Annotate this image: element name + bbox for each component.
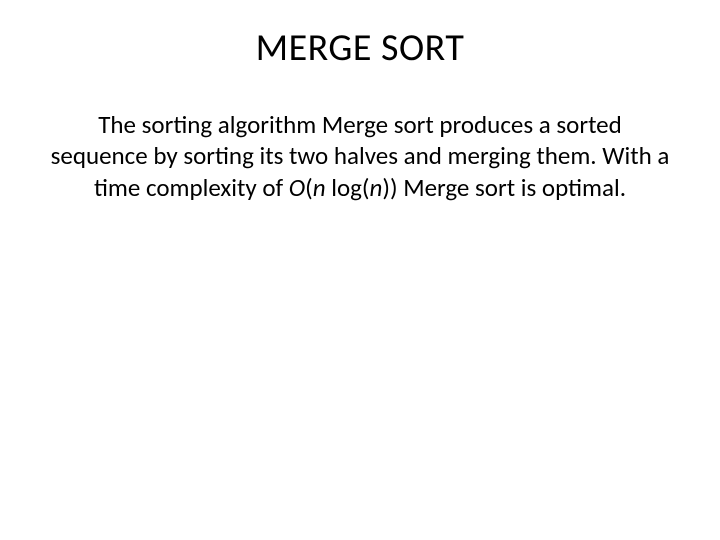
slide-body: The sorting algorithm Merge sort produce… — [50, 109, 670, 203]
text-segment: ( — [305, 172, 313, 203]
complexity-n2: n — [370, 172, 383, 203]
text-segment: log( — [326, 172, 370, 203]
text-segment: )) Merge sort is optimal. — [382, 172, 626, 203]
complexity-n1: n — [313, 172, 326, 203]
complexity-o: O — [289, 172, 305, 203]
slide-title: MERGE SORT — [50, 25, 670, 71]
